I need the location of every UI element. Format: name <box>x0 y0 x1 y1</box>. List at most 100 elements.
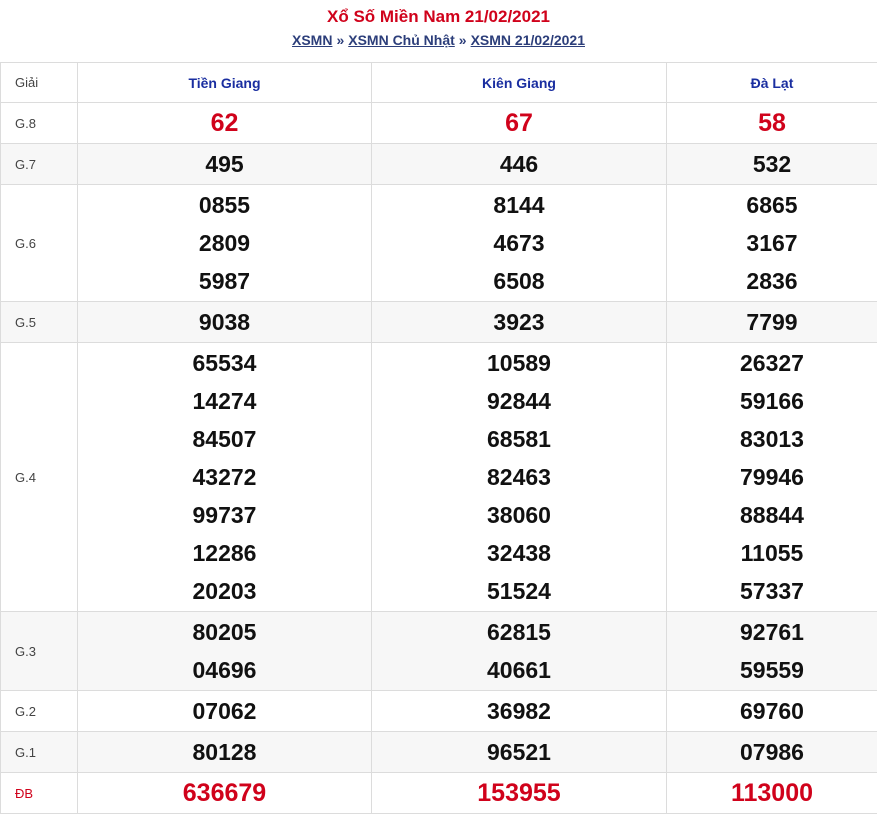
prize-number: 96521 <box>373 733 665 771</box>
prize-number: 65534 <box>79 344 370 382</box>
prize-number: 11055 <box>668 534 876 572</box>
prize-number: 6865 <box>668 186 876 224</box>
page-title: Xổ Số Miền Nam 21/02/2021 <box>0 0 877 27</box>
prize-cell: 495 <box>78 144 372 185</box>
prize-label: G.2 <box>1 691 78 732</box>
prize-cell: 07062 <box>78 691 372 732</box>
breadcrumb-separator: » <box>459 32 467 48</box>
prize-number: 8144 <box>373 186 665 224</box>
prize-number: 07062 <box>79 692 370 730</box>
prize-number: 92844 <box>373 382 665 420</box>
breadcrumb-separator: » <box>336 32 344 48</box>
prize-cell: 686531672836 <box>667 185 877 302</box>
breadcrumb-link-xsmn-date[interactable]: XSMN 21/02/2021 <box>471 32 585 48</box>
prize-cell: 532 <box>667 144 877 185</box>
prize-number: 4673 <box>373 224 665 262</box>
prize-number: 10589 <box>373 344 665 382</box>
prize-label: G.8 <box>1 103 78 144</box>
prize-number: 84507 <box>79 420 370 458</box>
prize-cell: 36982 <box>372 691 667 732</box>
prize-cell: 6281540661 <box>372 612 667 691</box>
prize-number: 2836 <box>668 262 876 300</box>
prize-number: 79946 <box>668 458 876 496</box>
table-row: G.7495446532 <box>1 144 877 185</box>
prize-label: G.4 <box>1 343 78 612</box>
prize-column-header: Giải <box>1 63 78 103</box>
prize-cell: 9038 <box>78 302 372 343</box>
prize-label: G.3 <box>1 612 78 691</box>
prize-number: 446 <box>373 145 665 183</box>
prize-number: 7799 <box>668 303 876 341</box>
prize-number: 12286 <box>79 534 370 572</box>
breadcrumb-link-xsmn[interactable]: XSMN <box>292 32 332 48</box>
prize-number: 59166 <box>668 382 876 420</box>
prize-number: 82463 <box>373 458 665 496</box>
prize-cell: 62 <box>78 103 372 144</box>
prize-cell: 8020504696 <box>78 612 372 691</box>
prize-cell: 3923 <box>372 302 667 343</box>
table-row: G.3802050469662815406619276159559 <box>1 612 877 691</box>
table-row: ĐB636679153955113000 <box>1 773 877 814</box>
prize-number: 636679 <box>79 774 370 812</box>
prize-number: 2809 <box>79 224 370 262</box>
prize-number: 38060 <box>373 496 665 534</box>
prize-number: 62 <box>79 104 370 142</box>
prize-number: 04696 <box>79 651 370 689</box>
prize-number: 62815 <box>373 613 665 651</box>
prize-number: 113000 <box>668 774 876 812</box>
prize-number: 6508 <box>373 262 665 300</box>
prize-number: 58 <box>668 104 876 142</box>
prize-number: 32438 <box>373 534 665 572</box>
prize-number: 495 <box>79 145 370 183</box>
prize-cell: 96521 <box>372 732 667 773</box>
prize-number: 99737 <box>79 496 370 534</box>
prize-number: 68581 <box>373 420 665 458</box>
prize-number: 5987 <box>79 262 370 300</box>
prize-number: 83013 <box>668 420 876 458</box>
prize-cell: 58 <box>667 103 877 144</box>
table-row: G.6085528095987814446736508686531672836 <box>1 185 877 302</box>
table-header-row: Giải Tiền Giang Kiên Giang Đà Lạt <box>1 63 877 103</box>
prize-label: G.1 <box>1 732 78 773</box>
prize-number: 80128 <box>79 733 370 771</box>
prize-number: 43272 <box>79 458 370 496</box>
prize-number: 3923 <box>373 303 665 341</box>
prize-cell: 07986 <box>667 732 877 773</box>
province-header-tien-giang: Tiền Giang <box>78 63 372 103</box>
prize-cell: 65534142748450743272997371228620203 <box>78 343 372 612</box>
prize-number: 3167 <box>668 224 876 262</box>
prize-label: G.7 <box>1 144 78 185</box>
prize-number: 57337 <box>668 572 876 610</box>
prize-label: ĐB <box>1 773 78 814</box>
prize-number: 36982 <box>373 692 665 730</box>
prize-cell: 69760 <box>667 691 877 732</box>
province-header-da-lat: Đà Lạt <box>667 63 877 103</box>
table-row: G.5903839237799 <box>1 302 877 343</box>
prize-cell: 153955 <box>372 773 667 814</box>
prize-cell: 80128 <box>78 732 372 773</box>
prize-cell: 67 <box>372 103 667 144</box>
prize-cell: 10589928446858182463380603243851524 <box>372 343 667 612</box>
prize-number: 88844 <box>668 496 876 534</box>
table-row: G.2070623698269760 <box>1 691 877 732</box>
prize-cell: 26327591668301379946888441105557337 <box>667 343 877 612</box>
prize-number: 532 <box>668 145 876 183</box>
prize-number: 67 <box>373 104 665 142</box>
prize-number: 92761 <box>668 613 876 651</box>
prize-number: 07986 <box>668 733 876 771</box>
breadcrumb: XSMN»XSMN Chủ Nhật»XSMN 21/02/2021 <box>0 27 877 53</box>
prize-label: G.5 <box>1 302 78 343</box>
prize-cell: 085528095987 <box>78 185 372 302</box>
prize-number: 69760 <box>668 692 876 730</box>
prize-number: 153955 <box>373 774 665 812</box>
prize-cell: 7799 <box>667 302 877 343</box>
table-row: G.1801289652107986 <box>1 732 877 773</box>
prize-cell: 636679 <box>78 773 372 814</box>
prize-cell: 814446736508 <box>372 185 667 302</box>
prize-number: 9038 <box>79 303 370 341</box>
table-row: G.46553414274845074327299737122862020310… <box>1 343 877 612</box>
prize-cell: 446 <box>372 144 667 185</box>
prize-number: 40661 <box>373 651 665 689</box>
prize-number: 59559 <box>668 651 876 689</box>
breadcrumb-link-xsmn-chu-nhat[interactable]: XSMN Chủ Nhật <box>348 32 455 48</box>
